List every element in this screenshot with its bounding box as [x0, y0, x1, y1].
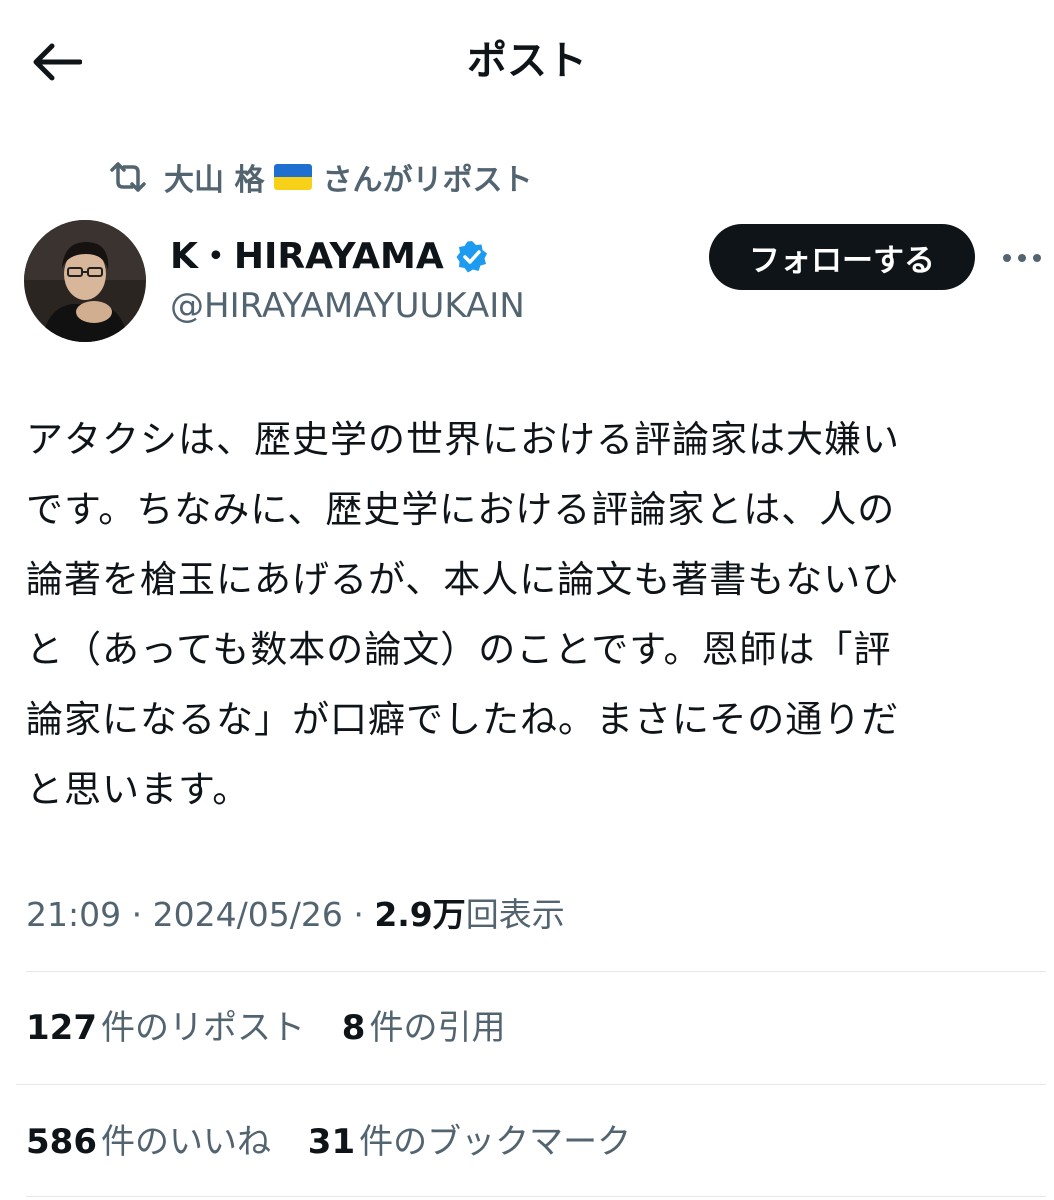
repost-suffix: さんがリポスト — [322, 163, 533, 198]
author-name[interactable]: K・HIRAYAMA — [170, 234, 490, 280]
quotes-stat[interactable]: 8 件の引用 — [342, 1008, 506, 1048]
page-title: ポスト — [467, 38, 587, 84]
views-label: 回表示 — [465, 895, 565, 934]
quotes-label: 件の引用 — [369, 1008, 506, 1048]
follow-button[interactable]: フォローする — [709, 224, 975, 290]
likes-count: 586 — [26, 1122, 97, 1162]
bookmarks-stat[interactable]: 31 件のブックマーク — [308, 1122, 631, 1162]
reposts-count: 127 — [26, 1008, 97, 1048]
stats-row-reposts: 127 件のリポスト 8 件の引用 — [26, 1003, 531, 1053]
post-text-line: 論家になるな」が口癖でしたね。まさにその通りだ — [26, 698, 900, 741]
author-avatar-photo — [24, 220, 146, 342]
reposts-label: 件のリポスト — [100, 1008, 305, 1048]
meta-separator: · — [353, 895, 364, 934]
author-handle[interactable]: @HIRAYAMAYUUKAIN — [170, 284, 525, 328]
author-display-name: K・HIRAYAMA — [170, 236, 444, 277]
divider — [26, 971, 1046, 972]
more-options-button[interactable] — [998, 236, 1046, 280]
divider — [16, 1084, 1046, 1085]
post-text-line: と思います。 — [26, 768, 251, 811]
verified-badge-icon — [456, 241, 487, 273]
repost-icon — [110, 162, 146, 192]
meta-separator: · — [131, 895, 143, 934]
bookmarks-count: 31 — [307, 1122, 356, 1162]
ukraine-flag-icon — [274, 164, 313, 190]
post-meta: 21:09 · 2024/05/26 · 2.9万回表示 — [26, 890, 565, 940]
post-text-line: です。ちなみに、歴史学における評論家とは、人の — [26, 488, 896, 531]
quotes-count: 8 — [341, 1008, 366, 1048]
post-date[interactable]: 2024/05/26 — [153, 895, 343, 934]
post-text-line: と（あっても数本の論文）のことです。恩師は「評 — [26, 628, 892, 671]
repost-attribution[interactable]: 大山 格 さんがリポスト — [108, 156, 532, 198]
likes-stat[interactable]: 586 件のいいね — [26, 1122, 271, 1162]
post-text: アタクシは、歴史学の世界における評論家は大嫌い です。ちなみに、歴史学における評… — [26, 405, 1034, 825]
post-time[interactable]: 21:09 — [26, 895, 121, 934]
divider — [26, 1196, 1046, 1197]
top-bar: ポスト — [0, 0, 1054, 120]
post-text-line: 論著を槍玉にあげるが、本人に論文も著書もないひ — [26, 558, 900, 601]
stats-row-likes: 586 件のいいね 31 件のブックマーク — [26, 1117, 657, 1167]
reposts-stat[interactable]: 127 件のリポスト — [26, 1008, 305, 1048]
more-horizontal-icon — [1003, 254, 1041, 262]
likes-label: 件のいいね — [100, 1122, 271, 1162]
repost-user-name: 大山 格 — [164, 163, 265, 198]
avatar[interactable] — [24, 220, 146, 342]
bookmarks-label: 件のブックマーク — [359, 1122, 632, 1162]
views-count: 2.9万 — [374, 895, 466, 934]
post-text-line: アタクシは、歴史学の世界における評論家は大嫌い — [26, 418, 900, 461]
